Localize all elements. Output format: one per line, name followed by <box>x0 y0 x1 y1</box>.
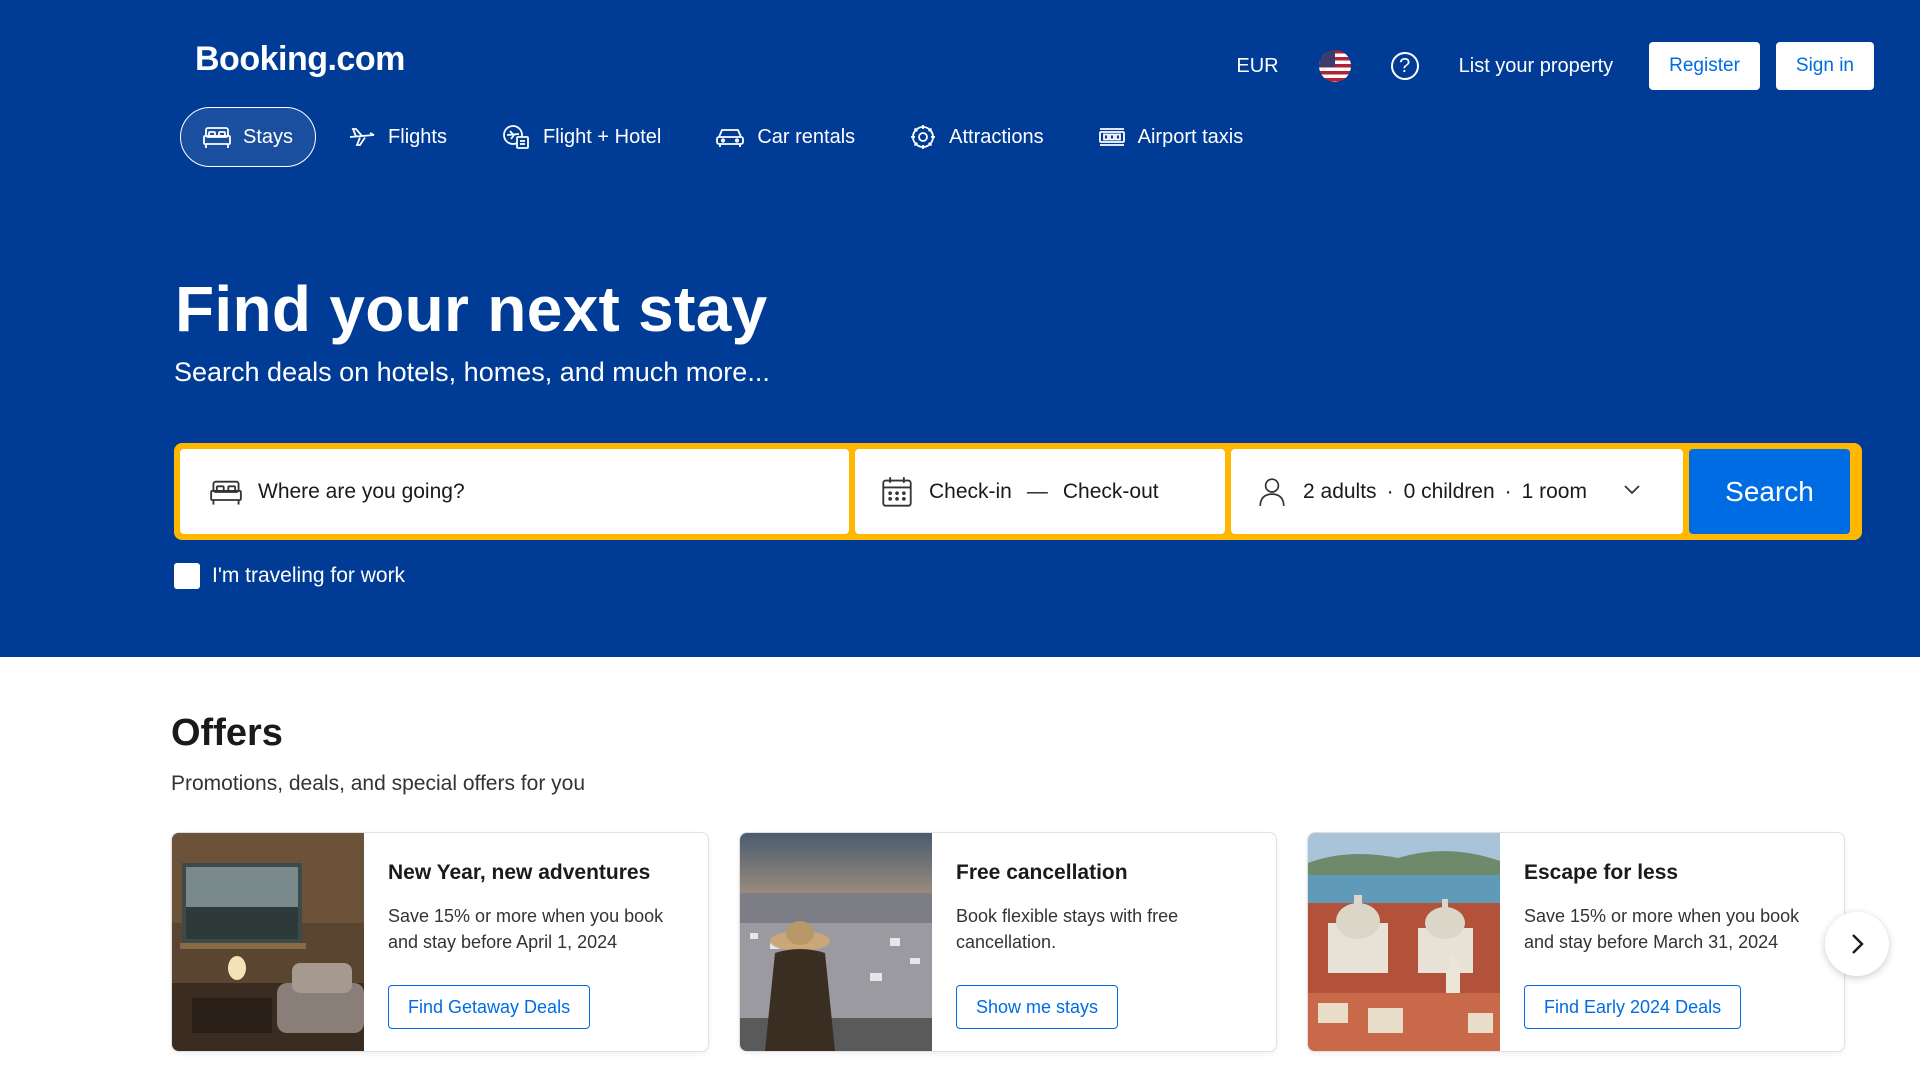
nav-flight-hotel[interactable]: Flight + Hotel <box>479 107 683 167</box>
bed-icon <box>210 480 242 505</box>
find-getaway-deals-button[interactable]: Find Getaway Deals <box>388 985 591 1029</box>
booking-logo[interactable]: Booking.com <box>195 40 405 79</box>
offer-title: New Year, new adventures <box>388 861 651 884</box>
checkin-label[interactable]: Check-in <box>929 480 1012 504</box>
show-me-stays-button[interactable]: Show me stays <box>956 985 1119 1029</box>
chevron-down-icon <box>1624 485 1640 495</box>
hero-banner: Booking.com EUR ? List your property Reg… <box>0 0 1920 657</box>
work-travel-label[interactable]: I'm traveling for work <box>212 564 405 588</box>
destination-input[interactable]: Where are you going? <box>180 449 849 534</box>
offer-description: Save 15% or more when you book and stay … <box>388 906 664 952</box>
offer-image-traveler-view <box>740 833 932 1051</box>
offer-card[interactable]: Escape for less Save 15% or more when yo… <box>1307 832 1845 1052</box>
offer-description: Book flexible stays with free cancellati… <box>956 906 1179 952</box>
occ-separator: · <box>1386 479 1394 503</box>
hero-title: Find your next stay <box>175 273 768 345</box>
nav-airport-taxis[interactable]: Airport taxis <box>1076 107 1266 167</box>
offer-title: Free cancellation <box>956 861 1128 884</box>
header-actions: EUR ? List your property Register Sign i… <box>1236 41 1874 91</box>
offer-description: Save 15% or more when you book and stay … <box>1524 906 1800 952</box>
calendar-icon <box>882 476 912 507</box>
offer-card[interactable]: Free cancellation Book flexible stays wi… <box>739 832 1277 1052</box>
flight-hotel-icon <box>503 125 529 149</box>
occupancy-selector[interactable]: 2 adults · 0 children · 1 room <box>1231 449 1683 534</box>
product-nav: Stays Flights Flight + Hotel Car rentals… <box>180 107 1275 167</box>
nav-stays[interactable]: Stays <box>180 107 317 167</box>
work-travel-checkbox[interactable] <box>174 563 200 589</box>
chevron-right-icon <box>1852 934 1864 954</box>
date-separator: — <box>1026 479 1048 503</box>
nav-flight-hotel-label: Flight + Hotel <box>542 125 662 148</box>
nav-flights[interactable]: Flights <box>326 107 469 167</box>
sign-in-button[interactable]: Sign in <box>1775 42 1874 90</box>
hero-subtitle: Search deals on hotels, homes, and much … <box>174 357 770 387</box>
nav-car-rentals[interactable]: Car rentals <box>693 107 877 167</box>
rooms-count: 1 room <box>1521 479 1587 503</box>
taxi-icon <box>1098 128 1125 146</box>
nav-stays-label: Stays <box>243 125 294 148</box>
nav-attractions-label: Attractions <box>949 125 1044 148</box>
carousel-next-button[interactable] <box>1825 912 1889 976</box>
question-circle-icon[interactable]: ? <box>1390 52 1419 80</box>
nav-attractions[interactable]: Attractions <box>887 107 1065 167</box>
children-count: 0 children <box>1403 479 1495 503</box>
offer-image-cabin-room <box>172 833 364 1051</box>
offers-title: Offers <box>171 712 283 754</box>
offer-title: Escape for less <box>1524 861 1679 884</box>
plane-icon <box>349 128 375 146</box>
checkout-label[interactable]: Check-out <box>1063 480 1159 504</box>
destination-placeholder: Where are you going? <box>258 479 465 503</box>
work-travel-option: I'm traveling for work <box>174 563 405 589</box>
register-button[interactable]: Register <box>1649 42 1760 90</box>
adults-count: 2 adults <box>1303 479 1377 503</box>
offer-card[interactable]: New Year, new adventures Save 15% or mor… <box>171 832 709 1052</box>
find-early-2024-deals-button[interactable]: Find Early 2024 Deals <box>1524 985 1742 1029</box>
occ-separator: · <box>1504 479 1512 503</box>
car-icon <box>716 129 745 147</box>
nav-airport-taxis-label: Airport taxis <box>1137 125 1244 148</box>
attractions-icon <box>911 125 936 149</box>
search-bar: Where are you going? Check-in — Check-ou… <box>174 443 1862 540</box>
nav-flights-label: Flights <box>388 125 447 148</box>
bed-icon <box>203 127 231 148</box>
offers-subtitle: Promotions, deals, and special offers fo… <box>171 772 586 795</box>
search-button[interactable]: Search <box>1689 449 1850 534</box>
nav-car-rentals-label: Car rentals <box>757 125 856 148</box>
currency-selector[interactable]: EUR <box>1236 55 1278 78</box>
us-flag-language-icon[interactable] <box>1318 50 1351 82</box>
date-picker[interactable]: Check-in — Check-out <box>855 449 1225 534</box>
list-property-link[interactable]: List your property <box>1459 55 1614 78</box>
person-icon <box>1259 477 1285 506</box>
offer-image-coastal-town <box>1308 833 1500 1051</box>
